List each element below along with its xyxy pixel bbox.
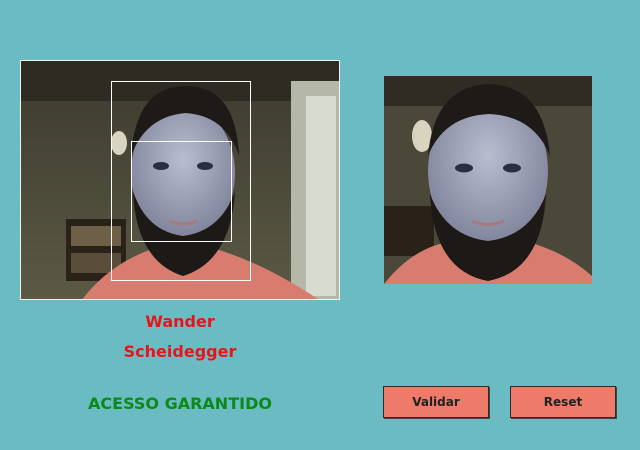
recognized-first-name: Wander bbox=[145, 312, 215, 331]
cropped-face-preview bbox=[384, 76, 592, 284]
reset-button[interactable]: Reset bbox=[510, 386, 616, 418]
camera-feed bbox=[20, 60, 340, 300]
face-region-box bbox=[131, 141, 232, 242]
access-status-label: ACESSO GARANTIDO bbox=[88, 394, 272, 413]
validate-button[interactable]: Validar bbox=[383, 386, 489, 418]
recognized-last-name: Scheidegger bbox=[123, 342, 237, 361]
cropped-face-image bbox=[384, 76, 592, 284]
